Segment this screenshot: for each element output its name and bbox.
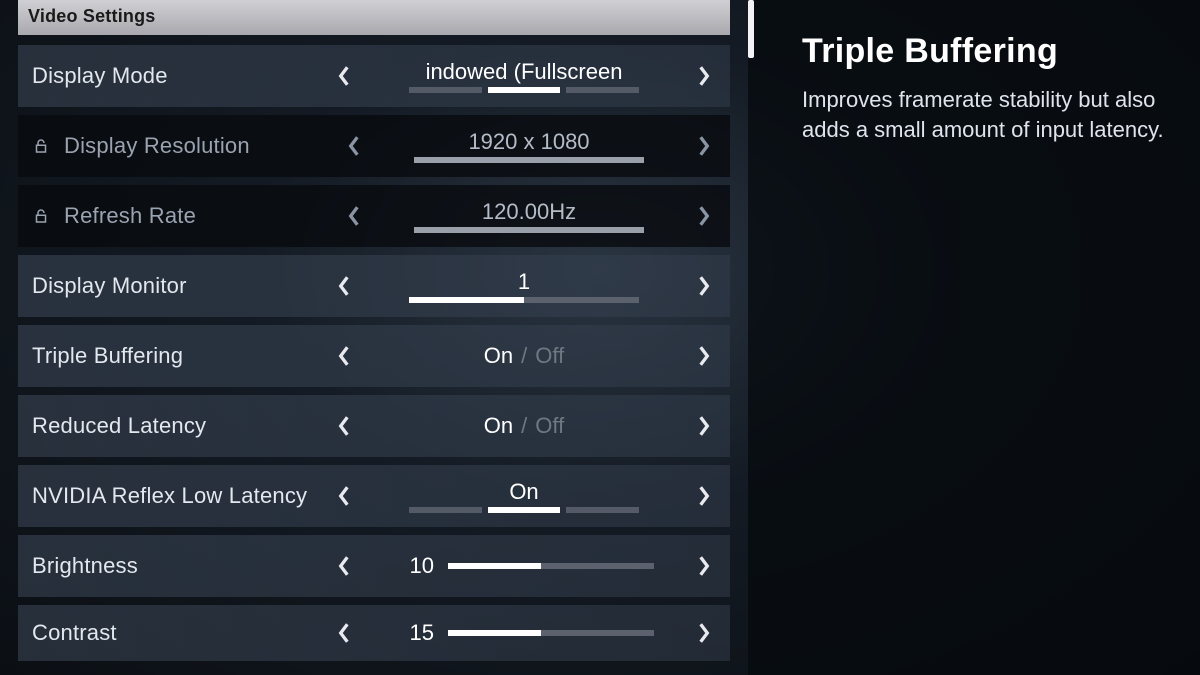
info-description: Improves framerate stability but also ad…: [802, 85, 1164, 144]
section-header: Video Settings: [18, 0, 730, 35]
value-contrast: 15: [366, 605, 682, 661]
control-brightness: 10: [332, 535, 716, 597]
arrow-left-icon[interactable]: [332, 64, 356, 88]
value-reduced-latency: On / Off: [366, 395, 682, 457]
row-nvidia-reflex[interactable]: NVIDIA Reflex Low Latency On: [18, 465, 730, 527]
row-display-monitor[interactable]: Display Monitor 1: [18, 255, 730, 317]
label-display-mode: Display Mode: [32, 63, 332, 89]
arrow-left-icon[interactable]: [332, 554, 356, 578]
info-title: Triple Buffering: [802, 32, 1164, 71]
row-refresh-rate: Refresh Rate 120.00Hz: [18, 185, 730, 247]
slider[interactable]: 15: [394, 620, 654, 646]
option-on: On: [484, 413, 513, 439]
label-refresh-rate: Refresh Rate: [64, 203, 342, 229]
arrow-right-icon[interactable]: [692, 344, 716, 368]
value-text: On: [509, 479, 538, 505]
arrow-right-icon[interactable]: [692, 554, 716, 578]
lock-icon: [32, 137, 54, 155]
arrow-right-icon: [692, 134, 716, 158]
row-display-mode[interactable]: Display Mode indowed (Fullscreen: [18, 45, 730, 107]
label-reduced-latency: Reduced Latency: [32, 413, 332, 439]
on-off-toggle: On / Off: [484, 413, 564, 439]
lock-icon: [32, 207, 54, 225]
arrow-left-icon: [342, 134, 366, 158]
label-brightness: Brightness: [32, 553, 332, 579]
value-display-mode: indowed (Fullscreen: [366, 45, 682, 107]
arrow-right-icon[interactable]: [692, 64, 716, 88]
arrow-right-icon[interactable]: [692, 621, 716, 645]
slider-fill: [448, 563, 541, 569]
row-triple-buffering[interactable]: Triple Buffering On / Off: [18, 325, 730, 387]
slider-value: 10: [394, 553, 434, 579]
slider-track[interactable]: [448, 563, 654, 569]
value-text: 120.00Hz: [482, 199, 576, 225]
option-off: Off: [535, 343, 564, 369]
arrow-left-icon[interactable]: [332, 414, 356, 438]
settings-panel: Video Settings Display Mode indowed (Ful…: [0, 0, 748, 675]
arrow-left-icon[interactable]: [332, 621, 356, 645]
arrow-left-icon[interactable]: [332, 344, 356, 368]
control-display-mode: indowed (Fullscreen: [332, 45, 716, 107]
value-nvidia-reflex: On: [366, 465, 682, 527]
option-on: On: [484, 343, 513, 369]
arrow-right-icon[interactable]: [692, 484, 716, 508]
slider-value: 15: [394, 620, 434, 646]
value-display-monitor: 1: [366, 255, 682, 317]
arrow-right-icon: [692, 204, 716, 228]
control-display-resolution: 1920 x 1080: [342, 115, 716, 177]
label-display-monitor: Display Monitor: [32, 273, 332, 299]
value-refresh-rate: 120.00Hz: [376, 185, 682, 247]
label-triple-buffering: Triple Buffering: [32, 343, 332, 369]
option-separator: /: [521, 413, 527, 439]
option-indicator: [409, 507, 639, 513]
option-indicator: [409, 87, 639, 93]
value-text: 1: [518, 269, 530, 295]
slider[interactable]: 10: [394, 553, 654, 579]
arrow-left-icon[interactable]: [332, 484, 356, 508]
control-contrast: 15: [332, 605, 716, 661]
label-display-resolution: Display Resolution: [64, 133, 342, 159]
row-contrast[interactable]: Contrast 15: [18, 605, 730, 661]
control-triple-buffering: On / Off: [332, 325, 716, 387]
section-title: Video Settings: [28, 6, 156, 26]
value-display-resolution: 1920 x 1080: [376, 115, 682, 177]
arrow-right-icon[interactable]: [692, 414, 716, 438]
option-off: Off: [535, 413, 564, 439]
row-brightness[interactable]: Brightness 10: [18, 535, 730, 597]
value-triple-buffering: On / Off: [366, 325, 682, 387]
control-reduced-latency: On / Off: [332, 395, 716, 457]
arrow-right-icon[interactable]: [692, 274, 716, 298]
arrow-left-icon[interactable]: [332, 274, 356, 298]
on-off-toggle: On / Off: [484, 343, 564, 369]
option-indicator: [409, 297, 639, 303]
row-reduced-latency[interactable]: Reduced Latency On / Off: [18, 395, 730, 457]
control-refresh-rate: 120.00Hz: [342, 185, 716, 247]
info-panel: Triple Buffering Improves framerate stab…: [748, 0, 1200, 675]
option-indicator: [414, 157, 644, 163]
slider-track[interactable]: [448, 630, 654, 636]
option-separator: /: [521, 343, 527, 369]
row-display-resolution: Display Resolution 1920 x 1080: [18, 115, 730, 177]
slider-fill: [448, 630, 541, 636]
value-text: 1920 x 1080: [468, 129, 589, 155]
label-nvidia-reflex: NVIDIA Reflex Low Latency: [32, 483, 332, 509]
settings-rows: Display Mode indowed (Fullscreen D: [18, 45, 730, 661]
control-display-monitor: 1: [332, 255, 716, 317]
arrow-left-icon: [342, 204, 366, 228]
value-text: indowed (Fullscreen: [426, 59, 623, 85]
option-indicator: [414, 227, 644, 233]
label-contrast: Contrast: [32, 620, 332, 646]
scrollbar-thumb[interactable]: [748, 0, 754, 58]
value-brightness: 10: [366, 535, 682, 597]
control-nvidia-reflex: On: [332, 465, 716, 527]
